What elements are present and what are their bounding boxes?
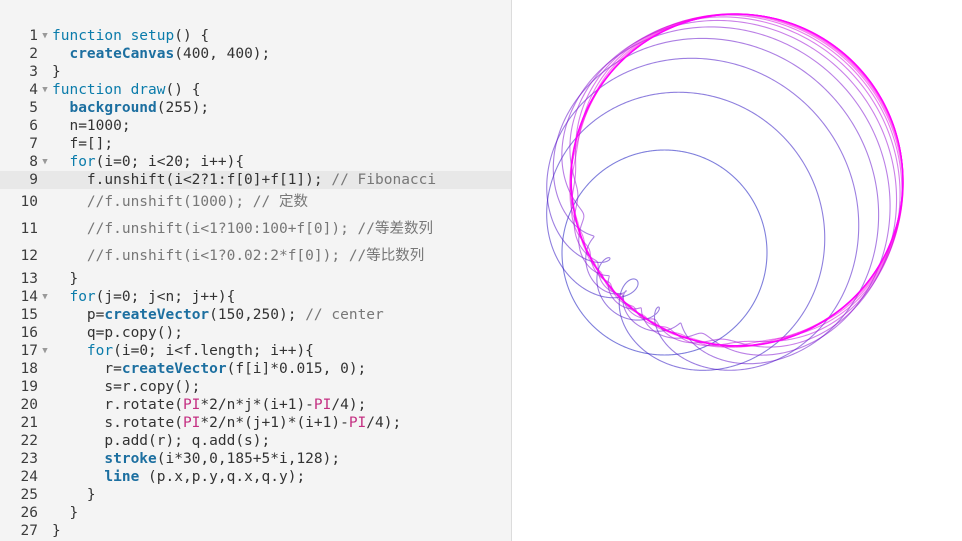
code-text[interactable]: f.unshift(i<2?1:f[0]+f[1]); // Fibonacci	[52, 171, 436, 189]
line-number: 2	[29, 46, 38, 62]
code-line-24[interactable]: 24 line (p.x,p.y,q.x,q.y);	[0, 468, 511, 486]
code-line-2[interactable]: 2 createCanvas(400, 400);	[0, 45, 511, 63]
code-text[interactable]: q=p.copy();	[52, 324, 183, 342]
line-number: 21	[20, 415, 38, 431]
code-line-4[interactable]: 4 ▼ function draw() {	[0, 81, 511, 99]
line-number: 9	[29, 172, 38, 188]
code-line-11[interactable]: 11 //f.unshift(i<1?100:100+f[0]); //等差数列	[0, 216, 511, 243]
line-number: 1	[29, 28, 38, 44]
code-text[interactable]: createCanvas(400, 400);	[52, 45, 270, 63]
code-line-9[interactable]: 9 f.unshift(i<2?1:f[0]+f[1]); // Fibonac…	[0, 171, 511, 189]
line-number: 14	[20, 289, 38, 305]
code-text[interactable]: stroke(i*30,0,185+5*i,128);	[52, 450, 340, 468]
line-number: 10	[20, 194, 38, 210]
empty-panel	[513, 404, 962, 541]
line-number: 27	[20, 523, 38, 539]
code-text[interactable]: //f.unshift(1000); // 定数	[52, 189, 308, 216]
code-text[interactable]: f=[];	[52, 135, 113, 153]
code-text[interactable]: }	[52, 522, 61, 540]
line-number: 18	[20, 361, 38, 377]
code-line-25[interactable]: 25 }	[0, 486, 511, 504]
line-number: 19	[20, 379, 38, 395]
line-number: 26	[20, 505, 38, 521]
fold-arrow-icon[interactable]: ▼	[38, 342, 52, 360]
line-number: 16	[20, 325, 38, 341]
code-text[interactable]: }	[52, 270, 78, 288]
code-line-26[interactable]: 26 }	[0, 504, 511, 522]
fold-arrow-icon[interactable]: ▼	[38, 288, 52, 306]
code-text[interactable]: for(j=0; j<n; j++){	[52, 288, 235, 306]
fold-arrow-icon[interactable]: ▼	[38, 27, 52, 45]
code-line-1[interactable]: 1 ▼ function setup() {	[0, 27, 511, 45]
code-text[interactable]: line (p.x,p.y,q.x,q.y);	[52, 468, 305, 486]
line-number: 20	[20, 397, 38, 413]
code-line-20[interactable]: 20 r.rotate(PI*2/n*j*(i+1)-PI/4);	[0, 396, 511, 414]
code-line-23[interactable]: 23 stroke(i*30,0,185+5*i,128);	[0, 450, 511, 468]
line-number: 6	[29, 118, 38, 134]
fold-arrow-icon[interactable]: ▼	[38, 153, 52, 171]
code-line-3[interactable]: 3}	[0, 63, 511, 81]
epicycle-path-3	[552, 37, 880, 365]
code-text[interactable]: for(i=0; i<f.length; i++){	[52, 342, 314, 360]
code-text[interactable]: s.rotate(PI*2/n*(j+1)*(i+1)-PI/4);	[52, 414, 401, 432]
code-text[interactable]: //f.unshift(i<1?0.02:2*f[0]); //等比数列	[52, 243, 424, 270]
code-line-27[interactable]: 27}	[0, 522, 511, 540]
line-number: 17	[20, 343, 38, 359]
code-line-19[interactable]: 19 s=r.copy();	[0, 378, 511, 396]
line-number: 5	[29, 100, 38, 116]
sketch-canvas	[513, 0, 917, 404]
code-line-22[interactable]: 22 p.add(r); q.add(s);	[0, 432, 511, 450]
code-text[interactable]: r=createVector(f[i]*0.015, 0);	[52, 360, 366, 378]
line-number: 13	[20, 271, 38, 287]
code-text[interactable]: }	[52, 63, 61, 81]
code-text[interactable]: }	[52, 504, 78, 522]
line-number: 23	[20, 451, 38, 467]
code-line-6[interactable]: 6 n=1000;	[0, 117, 511, 135]
code-line-16[interactable]: 16 q=p.copy();	[0, 324, 511, 342]
code-line-15[interactable]: 15 p=createVector(150,250); // center	[0, 306, 511, 324]
code-line-21[interactable]: 21 s.rotate(PI*2/n*(j+1)*(i+1)-PI/4);	[0, 414, 511, 432]
code-text[interactable]: //f.unshift(i<1?100:100+f[0]); //等差数列	[52, 216, 433, 243]
line-number: 24	[20, 469, 38, 485]
code-line-10[interactable]: 10 //f.unshift(1000); // 定数	[0, 189, 511, 216]
canvas-margin	[917, 0, 962, 404]
code-line-8[interactable]: 8 ▼ for(i=0; i<20; i++){	[0, 153, 511, 171]
line-number: 3	[29, 64, 38, 80]
code-text[interactable]: p=createVector(150,250); // center	[52, 306, 384, 324]
code-text[interactable]: r.rotate(PI*2/n*j*(i+1)-PI/4);	[52, 396, 366, 414]
code-text[interactable]: background(255);	[52, 99, 209, 117]
code-line-5[interactable]: 5 background(255);	[0, 99, 511, 117]
line-number: 7	[29, 136, 38, 152]
line-number: 25	[20, 487, 38, 503]
code-text[interactable]: n=1000;	[52, 117, 130, 135]
code-text[interactable]: function draw() {	[52, 81, 200, 99]
line-number: 8	[29, 154, 38, 170]
code-lines[interactable]: 1 ▼ function setup() {2 createCanvas(400, …	[0, 27, 511, 540]
code-text[interactable]: p.add(r); q.add(s);	[52, 432, 270, 450]
line-number: 11	[20, 221, 38, 237]
line-number: 22	[20, 433, 38, 449]
epicycle-path-0	[561, 149, 768, 356]
code-line-18[interactable]: 18 r=createVector(f[i]*0.015, 0);	[0, 360, 511, 378]
code-text[interactable]: s=r.copy();	[52, 378, 200, 396]
line-number: 15	[20, 307, 38, 323]
code-line-17[interactable]: 17 ▼ for(i=0; i<f.length; i++){	[0, 342, 511, 360]
epicycle-path-4	[561, 26, 891, 356]
code-text[interactable]: function setup() {	[52, 27, 209, 45]
line-number: 12	[20, 248, 38, 264]
code-text[interactable]: for(i=0; i<20; i++){	[52, 153, 244, 171]
sketch-output	[546, 13, 904, 371]
code-editor[interactable]: 1 ▼ function setup() {2 createCanvas(400, …	[0, 0, 512, 541]
code-text[interactable]: }	[52, 486, 96, 504]
code-line-7[interactable]: 7 f=[];	[0, 135, 511, 153]
epicycle-path-2	[546, 57, 860, 371]
epicycle-path-1	[546, 91, 826, 371]
code-line-13[interactable]: 13 }	[0, 270, 511, 288]
code-line-12[interactable]: 12 //f.unshift(i<1?0.02:2*f[0]); //等比数列	[0, 243, 511, 270]
code-line-14[interactable]: 14 ▼ for(j=0; j<n; j++){	[0, 288, 511, 306]
fold-arrow-icon[interactable]: ▼	[38, 81, 52, 99]
line-number: 4	[29, 82, 38, 98]
